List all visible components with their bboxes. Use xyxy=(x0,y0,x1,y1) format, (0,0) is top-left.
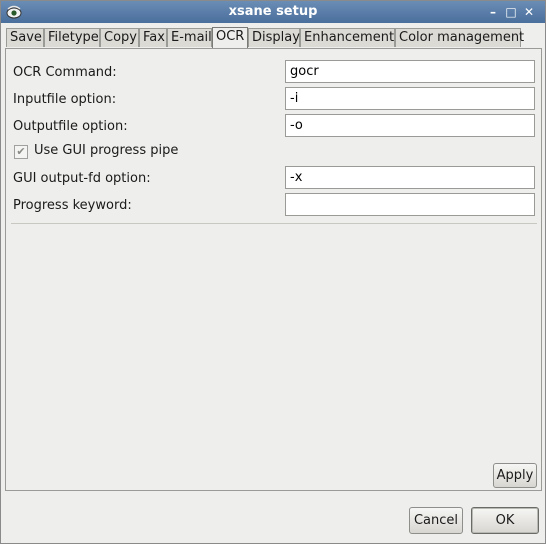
close-icon[interactable]: ✕ xyxy=(521,4,537,20)
maximize-icon[interactable]: □ xyxy=(503,4,519,20)
ocr-command-input[interactable] xyxy=(285,60,535,83)
tab-fax[interactable]: Fax xyxy=(139,28,167,47)
minimize-icon[interactable]: – xyxy=(485,4,501,20)
xsane-setup-window: xsane setup – □ ✕ Save Filetype Copy Fax… xyxy=(0,0,546,544)
tab-copy[interactable]: Copy xyxy=(100,28,139,47)
apply-button[interactable]: Apply xyxy=(493,463,537,488)
gui-progress-pipe-label: Use GUI progress pipe xyxy=(34,143,179,158)
outputfile-option-input[interactable] xyxy=(285,114,535,137)
ocr-command-label: OCR Command: xyxy=(13,65,117,80)
tab-enhancement[interactable]: Enhancement xyxy=(300,28,395,47)
inputfile-option-label: Inputfile option: xyxy=(13,92,117,107)
tab-email[interactable]: E-mail xyxy=(167,28,212,47)
ok-button[interactable]: OK xyxy=(471,507,539,534)
gui-progress-pipe-checkbox[interactable]: ✔ xyxy=(14,145,28,159)
title-bar: xsane setup – □ ✕ xyxy=(1,1,545,23)
tab-save[interactable]: Save xyxy=(6,28,44,47)
window-title: xsane setup xyxy=(228,4,318,19)
progress-keyword-input[interactable] xyxy=(285,193,535,216)
progress-keyword-label: Progress keyword: xyxy=(13,198,132,213)
inputfile-option-input[interactable] xyxy=(285,87,535,110)
separator xyxy=(11,223,537,224)
gui-output-fd-label: GUI output-fd option: xyxy=(13,171,151,186)
tab-filetype[interactable]: Filetype xyxy=(44,28,100,47)
tab-color-management[interactable]: Color management xyxy=(395,28,524,47)
outputfile-option-label: Outputfile option: xyxy=(13,119,128,134)
ocr-settings-panel: OCR Command: Inputfile option: Outputfil… xyxy=(5,48,542,491)
tab-display[interactable]: Display xyxy=(248,28,300,47)
gui-output-fd-input[interactable] xyxy=(285,166,535,189)
cancel-button[interactable]: Cancel xyxy=(409,507,463,534)
tab-ocr[interactable]: OCR xyxy=(212,27,248,48)
